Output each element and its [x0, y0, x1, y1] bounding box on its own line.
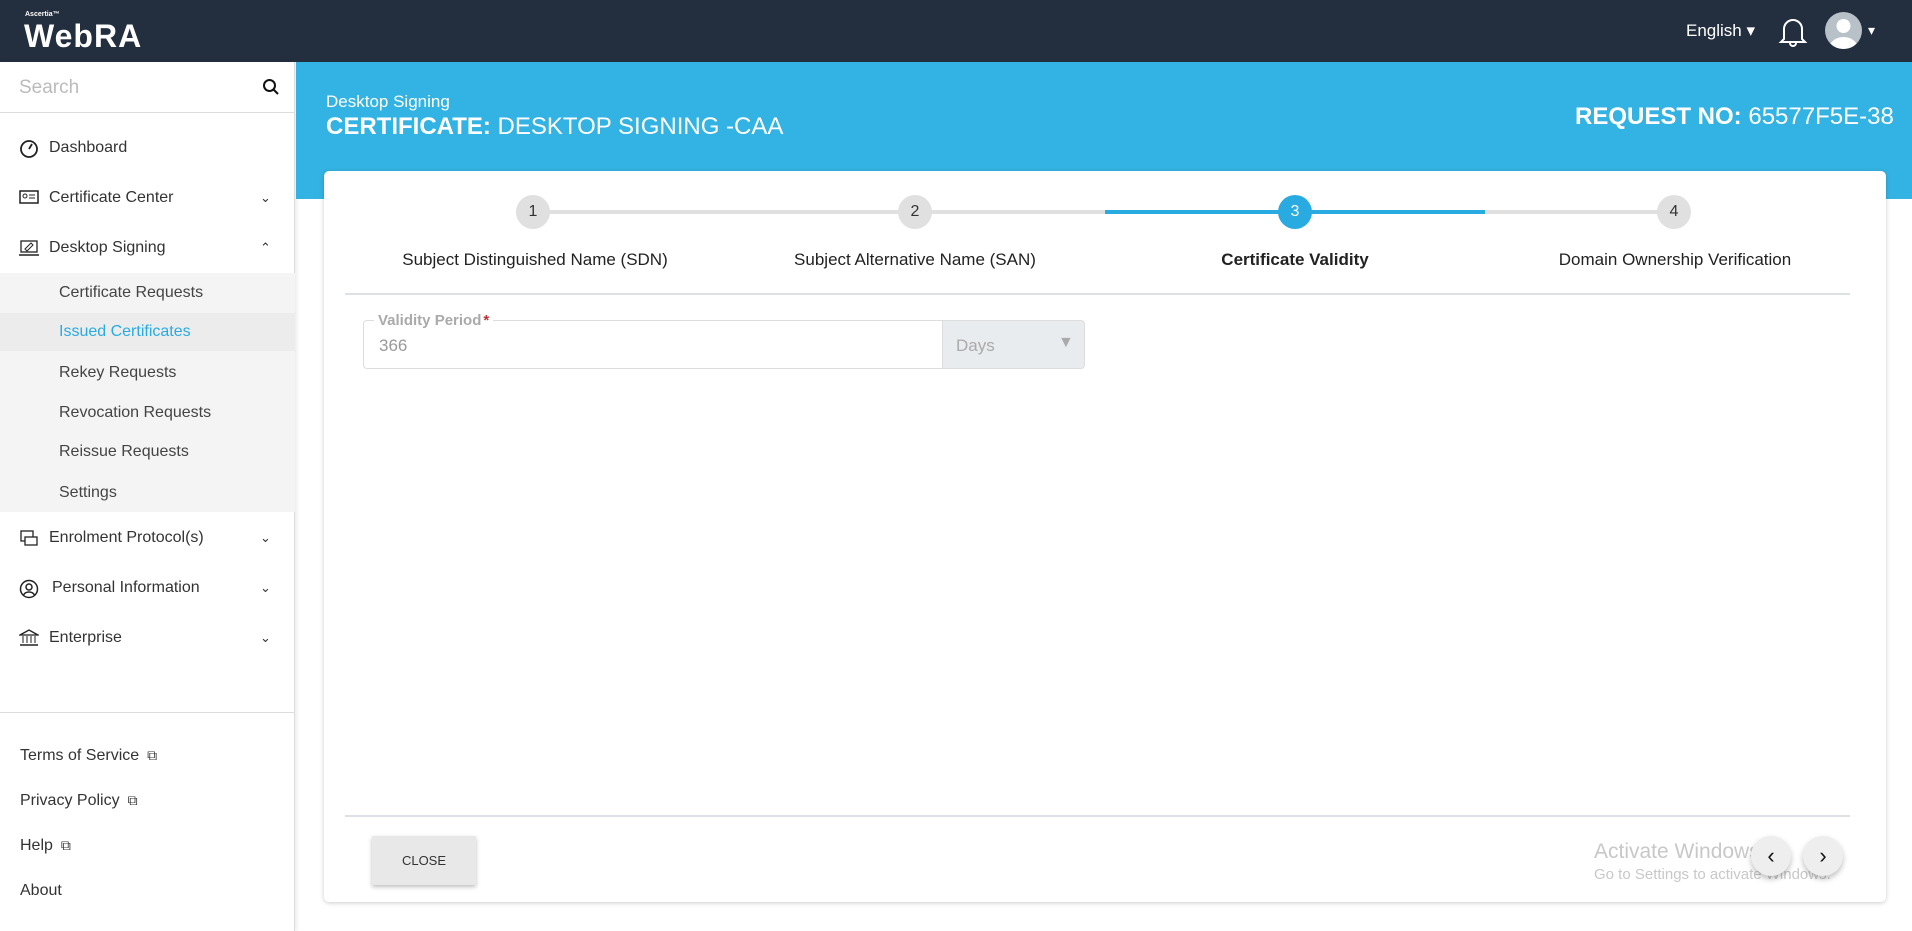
- external-link-icon: ⧉: [147, 747, 158, 763]
- enrolment-icon: [19, 529, 39, 547]
- link-label: Terms of Service: [20, 747, 140, 764]
- bank-icon: [17, 629, 41, 647]
- sidebar-item-label: Enrolment Protocol(s): [49, 529, 204, 546]
- avatar[interactable]: [1825, 12, 1862, 49]
- desktop-signing-icon: [19, 239, 39, 257]
- logo[interactable]: WebRA: [24, 18, 142, 55]
- sidebar-item-label: Enterprise: [49, 629, 122, 646]
- certificate-icon: [19, 189, 39, 207]
- sidebar-item-label: Personal Information: [52, 579, 200, 596]
- step-4[interactable]: 4: [1657, 195, 1691, 229]
- sidebar-item-label: Dashboard: [49, 139, 128, 156]
- activate-windows-title: Activate Windows: [1594, 840, 1760, 863]
- request-number: REQUEST NO: 65577F5E-38: [1575, 103, 1894, 131]
- stepper-line: [1485, 210, 1674, 214]
- close-button[interactable]: CLOSE: [372, 836, 476, 885]
- dashboard-icon: [19, 139, 39, 158]
- sidebar-item-certificate-center[interactable]: Certificate Center ⌄: [0, 178, 295, 218]
- divider: [345, 815, 1850, 817]
- validity-unit-value: Days: [956, 336, 995, 355]
- search-input[interactable]: Search: [0, 62, 295, 113]
- chevron-down-icon: ⌄: [260, 530, 271, 545]
- submenu-revocation-requests[interactable]: Revocation Requests: [0, 394, 295, 432]
- sidebar-item-desktop-signing[interactable]: Desktop Signing ⌃: [0, 228, 295, 268]
- privacy-policy-link[interactable]: Privacy Policy ⧉: [20, 792, 138, 810]
- link-label: Help: [20, 837, 53, 854]
- language-select[interactable]: English ▾: [1686, 21, 1755, 41]
- step-label: Subject Distinguished Name (SDN): [402, 250, 668, 269]
- step-3[interactable]: 3: [1278, 195, 1312, 229]
- label-text: Validity Period: [378, 312, 482, 329]
- external-link-icon: ⧉: [127, 792, 138, 808]
- page-subtitle: Desktop Signing: [326, 92, 450, 111]
- validity-period-label: Validity Period *: [374, 312, 494, 329]
- sidebar-item-enterprise[interactable]: Enterprise ⌄: [0, 618, 295, 658]
- previous-step-button[interactable]: ‹: [1751, 836, 1791, 876]
- sidebar-item-personal-information[interactable]: Personal Information ⌄: [0, 568, 295, 608]
- submenu-certificate-requests[interactable]: Certificate Requests: [0, 274, 295, 312]
- caret-down-icon: ▼: [1058, 334, 1074, 351]
- chevron-down-icon: ⌄: [260, 580, 271, 595]
- search-icon[interactable]: [262, 78, 280, 101]
- submenu-rekey-requests[interactable]: Rekey Requests: [0, 354, 295, 392]
- user-menu-caret[interactable]: ▾: [1868, 22, 1875, 39]
- step-label: Subject Alternative Name (SAN): [794, 250, 1036, 269]
- step-1[interactable]: 1: [516, 195, 550, 229]
- submenu-settings[interactable]: Settings: [0, 474, 295, 512]
- external-link-icon: ⧉: [60, 837, 71, 853]
- step-label: Certificate Validity: [1221, 250, 1369, 269]
- step-label: Domain Ownership Verification: [1558, 250, 1792, 269]
- activate-windows-subtitle: Go to Settings to activate Windows.: [1594, 866, 1831, 883]
- user-icon: [19, 579, 39, 599]
- stepper-line: [533, 210, 1105, 214]
- sidebar-item-label: Desktop Signing: [49, 239, 166, 256]
- sidebar-item-label: Certificate Center: [49, 189, 174, 206]
- help-link[interactable]: Help ⧉: [20, 837, 71, 855]
- chevron-up-icon: ⌃: [260, 240, 271, 255]
- about-link[interactable]: About: [20, 882, 62, 900]
- next-step-button[interactable]: ›: [1803, 836, 1843, 876]
- request-label: REQUEST NO:: [1575, 103, 1742, 130]
- submenu-issued-certificates[interactable]: Issued Certificates: [0, 313, 295, 351]
- top-bar: [0, 0, 1912, 62]
- bell-icon[interactable]: [1778, 15, 1808, 52]
- chevron-down-icon: ⌄: [260, 190, 271, 205]
- title-value: DESKTOP SIGNING -CAA: [497, 113, 784, 140]
- terms-of-service-link[interactable]: Terms of Service ⧉: [20, 747, 157, 765]
- sidebar-item-enrolment-protocols[interactable]: Enrolment Protocol(s) ⌄: [0, 518, 295, 558]
- chevron-down-icon: ⌄: [260, 630, 271, 645]
- sidebar-item-dashboard[interactable]: Dashboard: [0, 128, 295, 168]
- validity-period-value: 366: [379, 336, 408, 355]
- request-value: 65577F5E-38: [1748, 103, 1894, 130]
- submenu-reissue-requests[interactable]: Reissue Requests: [0, 433, 295, 471]
- wizard-card: [324, 171, 1886, 902]
- link-label: Privacy Policy: [20, 792, 120, 809]
- sidebar-divider: [0, 712, 295, 713]
- required-marker: *: [483, 312, 490, 329]
- step-2[interactable]: 2: [898, 195, 932, 229]
- search-placeholder: Search: [19, 77, 80, 98]
- brand-small: Ascertia™: [25, 11, 60, 18]
- page-title: CERTIFICATE: DESKTOP SIGNING -CAA: [326, 113, 783, 141]
- divider: [345, 293, 1850, 295]
- title-label: CERTIFICATE:: [326, 113, 491, 140]
